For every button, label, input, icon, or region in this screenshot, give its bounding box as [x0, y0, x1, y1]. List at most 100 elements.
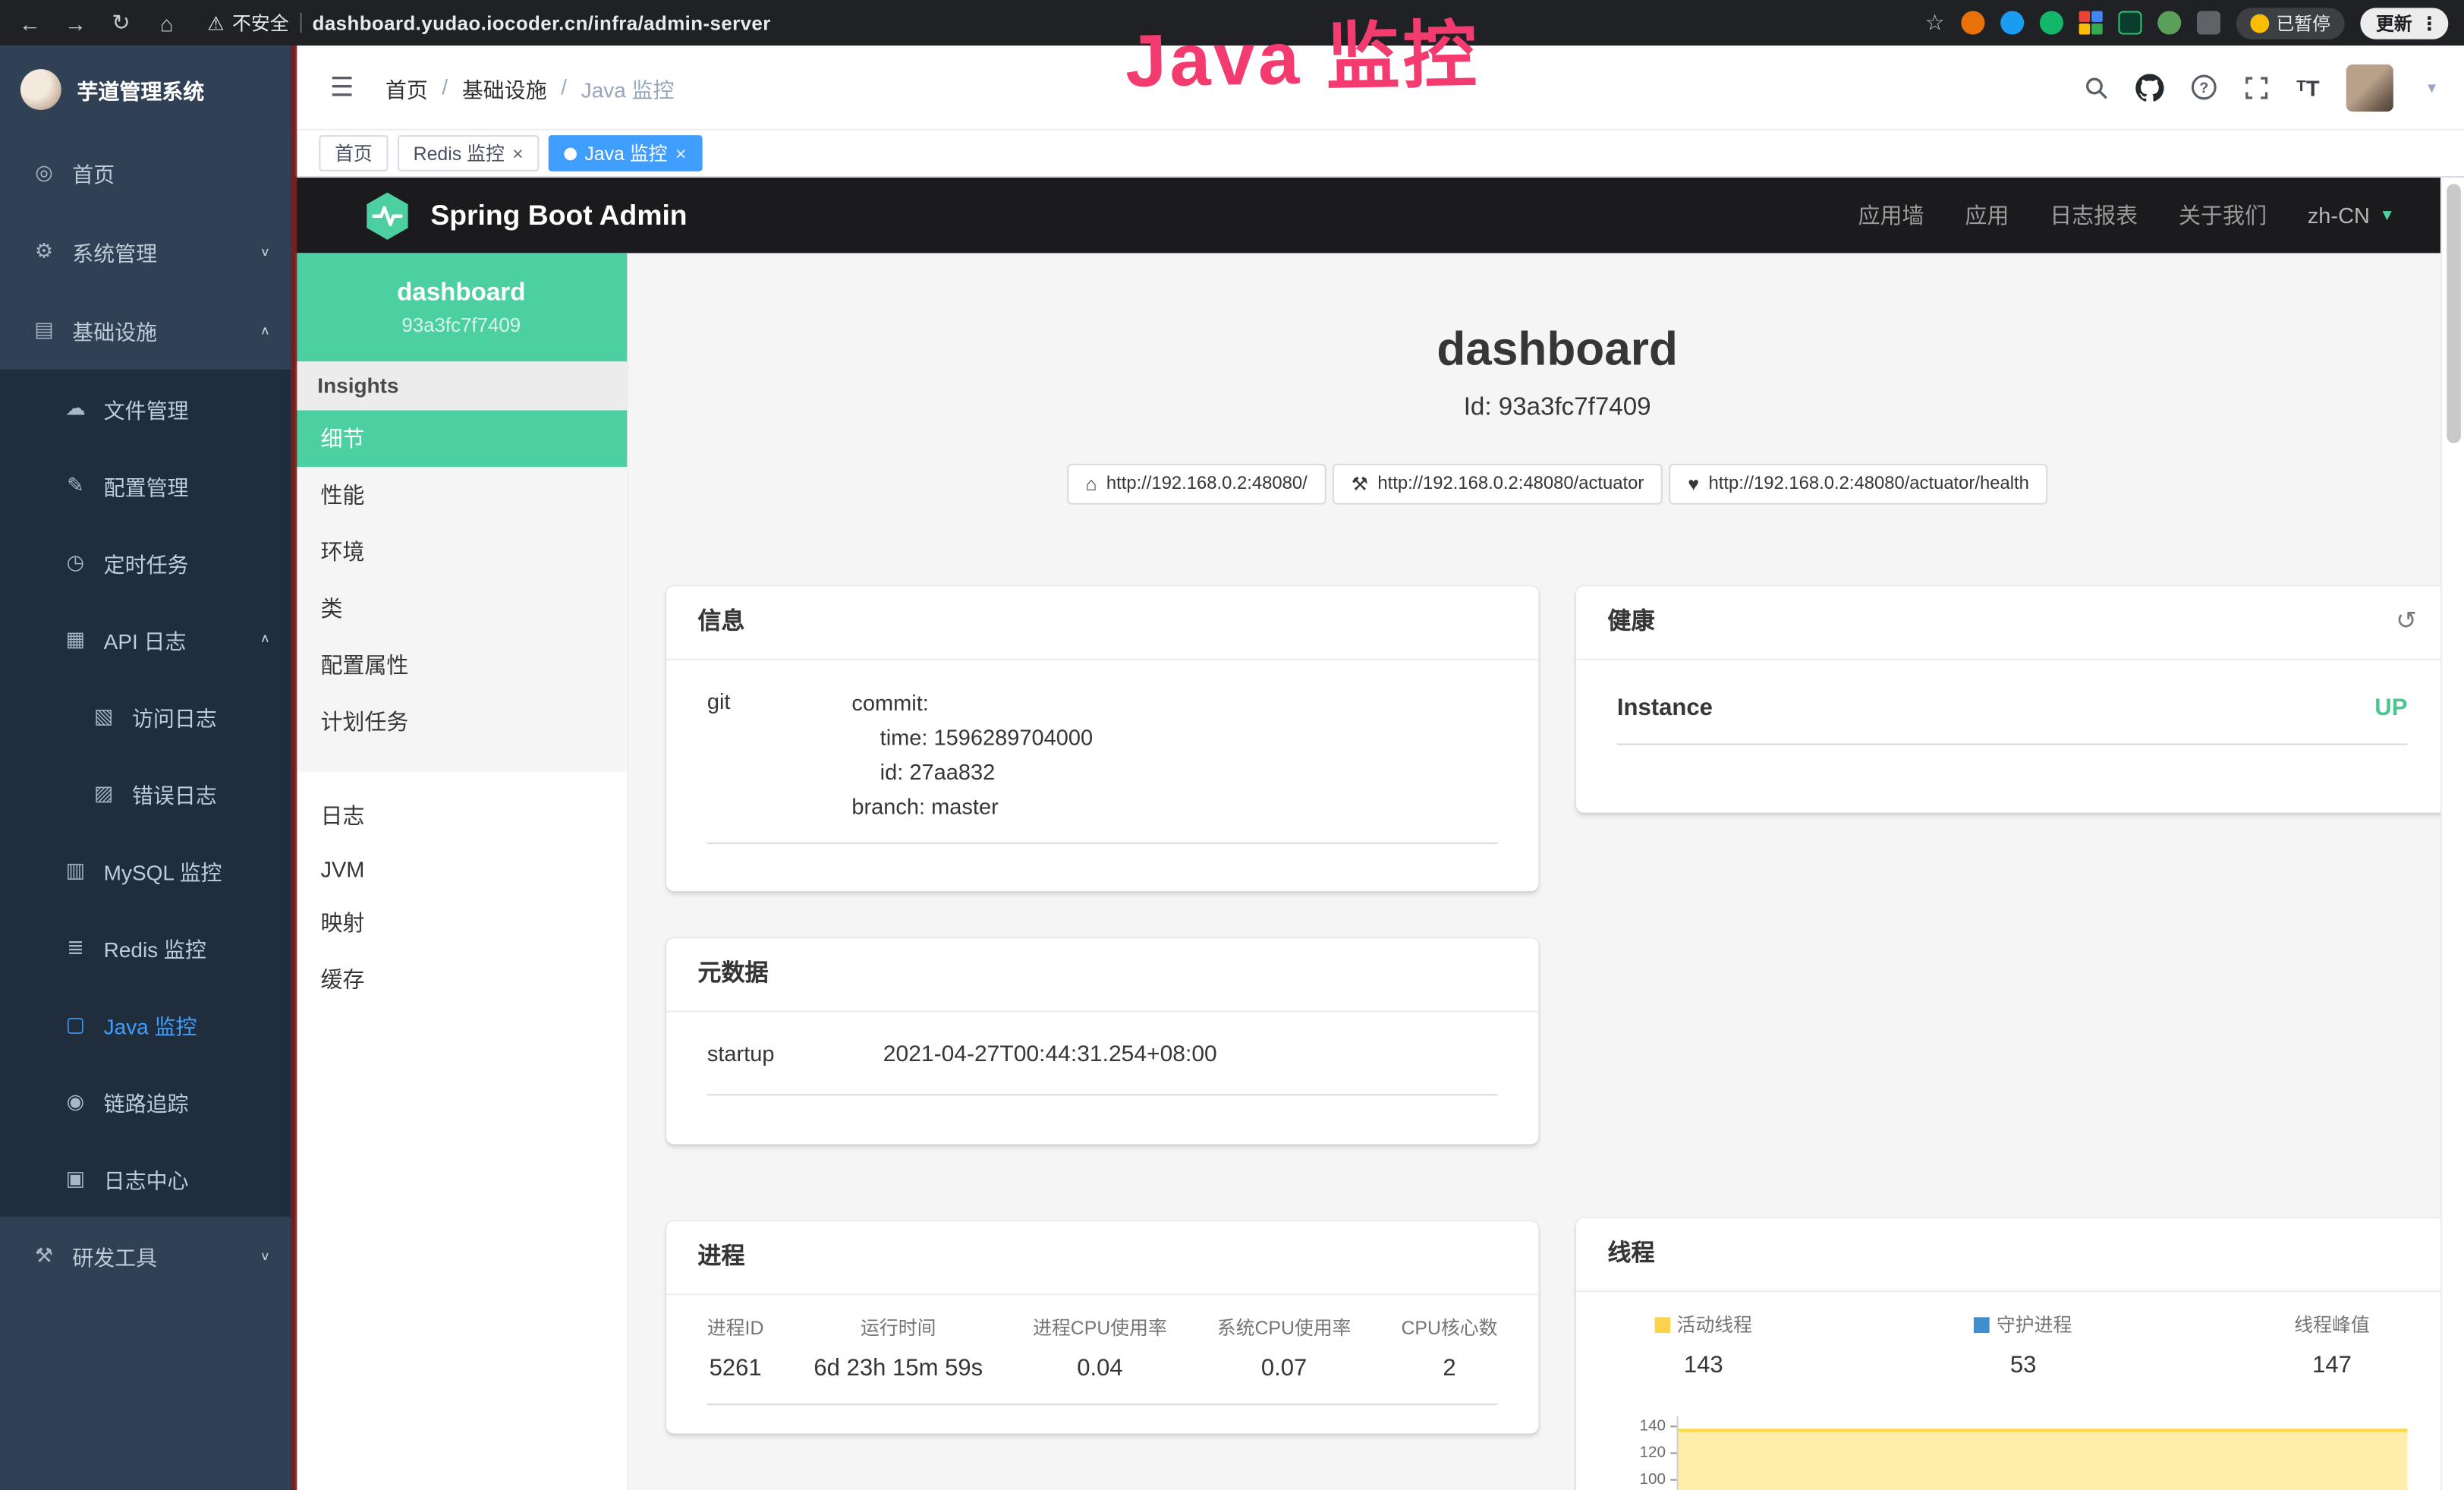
sidebar-item-redis-monitor[interactable]: ≣ Redis 监控 [0, 909, 295, 985]
menu-kebab-icon[interactable]: ⋮ [2420, 12, 2439, 34]
menu-item-performance[interactable]: 性能 [295, 467, 627, 524]
menu-item-environment[interactable]: 环境 [295, 524, 627, 581]
font-size-icon[interactable]: TT [2296, 74, 2319, 99]
back-icon[interactable]: ← [16, 10, 44, 35]
warning-icon: ⚠ [207, 12, 224, 34]
security-warning[interactable]: ⚠ 不安全 [207, 9, 288, 36]
right-column: 健康 ↺ Instance UP [1576, 586, 2448, 1490]
sba-brand[interactable]: Spring Boot Admin [361, 190, 687, 241]
menu-item-scheduled-tasks[interactable]: 计划任务 [295, 693, 627, 750]
close-icon[interactable]: × [512, 143, 524, 162]
tab-label: 首页 [335, 140, 373, 166]
left-column: 信息 git commit: time: 1596289704000 [666, 586, 1538, 1490]
locale-select[interactable]: zh-CN ▼ [2308, 203, 2395, 228]
sidebar-item-api-logs[interactable]: ▦ API 日志 ∧ [0, 600, 295, 677]
sidebar-item-scheduled-tasks[interactable]: ◷ 定时任务 [0, 524, 295, 600]
forward-icon[interactable]: → [61, 10, 90, 35]
trace-icon: ◉ [63, 1088, 88, 1114]
sidebar-item-mysql-monitor[interactable]: ▥ MySQL 监控 [0, 831, 295, 908]
screen: ← → ↻ ⌂ ⚠ 不安全 dashboard.yudao.iocoder.cn… [0, 0, 2464, 1490]
bookmark-star-icon[interactable]: ☆ [1925, 9, 1945, 36]
info-row-git: git commit: time: 1596289704000 id: 27aa… [707, 676, 1498, 844]
sba-nav-journal[interactable]: 日志报表 [2050, 200, 2138, 231]
menu-item-mappings[interactable]: 映射 [295, 894, 627, 951]
tools-icon: ⚒ [31, 1243, 56, 1268]
scrollbar-thumb[interactable] [2447, 184, 2461, 443]
instance-id: 93a3fc7f7409 [308, 311, 615, 339]
paused-extension-badge[interactable]: 已暂停 [2236, 7, 2345, 38]
threads-legend: 活动线程 143 守护进程 53 [1617, 1311, 2408, 1394]
extension-icon-green-check[interactable] [2039, 11, 2063, 34]
extension-icon-orange[interactable] [1960, 11, 1984, 34]
breadcrumb-home[interactable]: 首页 [385, 71, 428, 102]
extension-icon-grid[interactable] [2079, 11, 2102, 34]
menu-item-classes[interactable]: 类 [295, 580, 627, 637]
sidebar-item-home[interactable]: ◎ 首页 [0, 134, 295, 213]
sidebar-item-infrastructure[interactable]: ▤ 基础设施 ∧ [0, 291, 295, 370]
sidebar-item-error-logs[interactable]: ▨ 错误日志 [0, 754, 295, 831]
fullscreen-icon[interactable] [2245, 74, 2270, 99]
health-url-link[interactable]: ♥ http://192.168.0.2:48080/actuator/heal… [1669, 464, 2047, 505]
live-threads-area-series [1679, 1429, 2408, 1490]
reload-icon[interactable]: ↻ [107, 9, 135, 36]
sidebar-item-java-monitor[interactable]: ▢ Java 监控 [0, 985, 295, 1062]
health-status-badge: UP [2374, 695, 2407, 721]
browser-home-icon[interactable]: ⌂ [153, 10, 181, 35]
extensions-puzzle-icon[interactable] [2196, 11, 2220, 34]
health-instance-row[interactable]: Instance UP [1617, 669, 2408, 745]
update-label: 更新 [2376, 10, 2412, 35]
process-stats: 进程ID 5261 运行时间 6d 23h 15m 59s [707, 1314, 1498, 1405]
sba-nav-applications[interactable]: 应用 [1965, 200, 2009, 231]
stat-uptime: 运行时间 6d 23h 15m 59s [813, 1314, 983, 1381]
tab-java-monitor[interactable]: Java 监控 × [549, 135, 702, 172]
page-scrollbar[interactable] [2440, 178, 2464, 1490]
metadata-value: 2021-04-27T00:44:31.254+08:00 [883, 1038, 1217, 1073]
instance-header[interactable]: dashboard 93a3fc7f7409 [295, 253, 627, 361]
menu-item-logs[interactable]: 日志 [295, 787, 627, 844]
card-title: 健康 [1607, 606, 1654, 638]
user-avatar[interactable] [2346, 64, 2393, 111]
sba-nav-about[interactable]: 关于我们 [2179, 200, 2267, 231]
sba-nav-wallboard[interactable]: 应用墙 [1858, 200, 1924, 231]
sba-nav: 应用墙 应用 日志报表 关于我们 zh-CN ▼ [1858, 200, 2417, 231]
service-url-link[interactable]: ⌂ http://192.168.0.2:48080/ [1067, 464, 1326, 505]
menu-item-details[interactable]: 细节 [295, 410, 627, 467]
menu-item-jvm[interactable]: JVM [295, 844, 627, 894]
sidebar-item-file-management[interactable]: ☁ 文件管理 [0, 370, 295, 446]
sidebar-item-dev-tools[interactable]: ⚒ 研发工具 ∨ [0, 1217, 295, 1296]
chrome-update-button[interactable]: 更新 ⋮ [2360, 7, 2448, 38]
edit-icon: ✎ [63, 472, 88, 497]
chevron-up-icon: ∧ [260, 632, 271, 646]
insights-submenu: 细节 性能 环境 类 配置属性 计划任务 [295, 410, 627, 771]
sidebar-item-log-center[interactable]: ▣ 日志中心 [0, 1139, 295, 1216]
search-icon[interactable] [2085, 74, 2110, 99]
document-icon: ▦ [63, 626, 88, 651]
instance-links: ⌂ http://192.168.0.2:48080/ ⚒ http://192… [666, 464, 2448, 505]
extension-icon-on-badge[interactable] [2117, 11, 2141, 34]
sidebar-item-config-management[interactable]: ✎ 配置管理 [0, 446, 295, 523]
breadcrumb-infrastructure[interactable]: 基础设施 [462, 71, 547, 102]
sidebar-item-system-management[interactable]: ⚙ 系统管理 ∨ [0, 213, 295, 291]
actuator-url-link[interactable]: ⚒ http://192.168.0.2:48080/actuator [1333, 464, 1663, 505]
menu-item-config-props[interactable]: 配置属性 [295, 637, 627, 694]
legend-live-threads: 活动线程 143 [1655, 1311, 1752, 1378]
extension-icon-blue[interactable] [2000, 11, 2023, 34]
tab-redis-monitor[interactable]: Redis 监控 × [398, 135, 539, 172]
process-card: 进程 进程ID 5261 [666, 1221, 1538, 1434]
sidebar-item-access-logs[interactable]: ▧ 访问日志 [0, 678, 295, 754]
avatar-caret-down-icon[interactable]: ▼ [2425, 80, 2438, 96]
address-bar[interactable]: ⚠ 不安全 dashboard.yudao.iocoder.cn/infra/a… [207, 9, 770, 36]
help-icon[interactable]: ? [2192, 74, 2218, 100]
collapse-sidebar-icon[interactable]: ☰ [330, 71, 354, 102]
sidebar-item-trace[interactable]: ◉ 链路追踪 [0, 1063, 295, 1139]
extension-icon-leaf[interactable] [2157, 11, 2180, 34]
active-tab-dot [565, 147, 577, 160]
github-icon[interactable] [2136, 73, 2164, 101]
history-icon[interactable]: ↺ [2396, 606, 2417, 638]
metadata-card: 元数据 startup 2021-04-27T00:44:31.254+08:0… [666, 938, 1538, 1144]
app-sidebar: 芋道管理系统 ◎ 首页 ⚙ 系统管理 ∨ ▤ 基础设施 ∧ ☁ 文件管理 [0, 46, 295, 1490]
close-icon[interactable]: × [675, 143, 687, 162]
menu-group-insights: Insights [295, 361, 627, 410]
menu-item-caches[interactable]: 缓存 [295, 951, 627, 1008]
tab-home[interactable]: 首页 [319, 135, 388, 172]
